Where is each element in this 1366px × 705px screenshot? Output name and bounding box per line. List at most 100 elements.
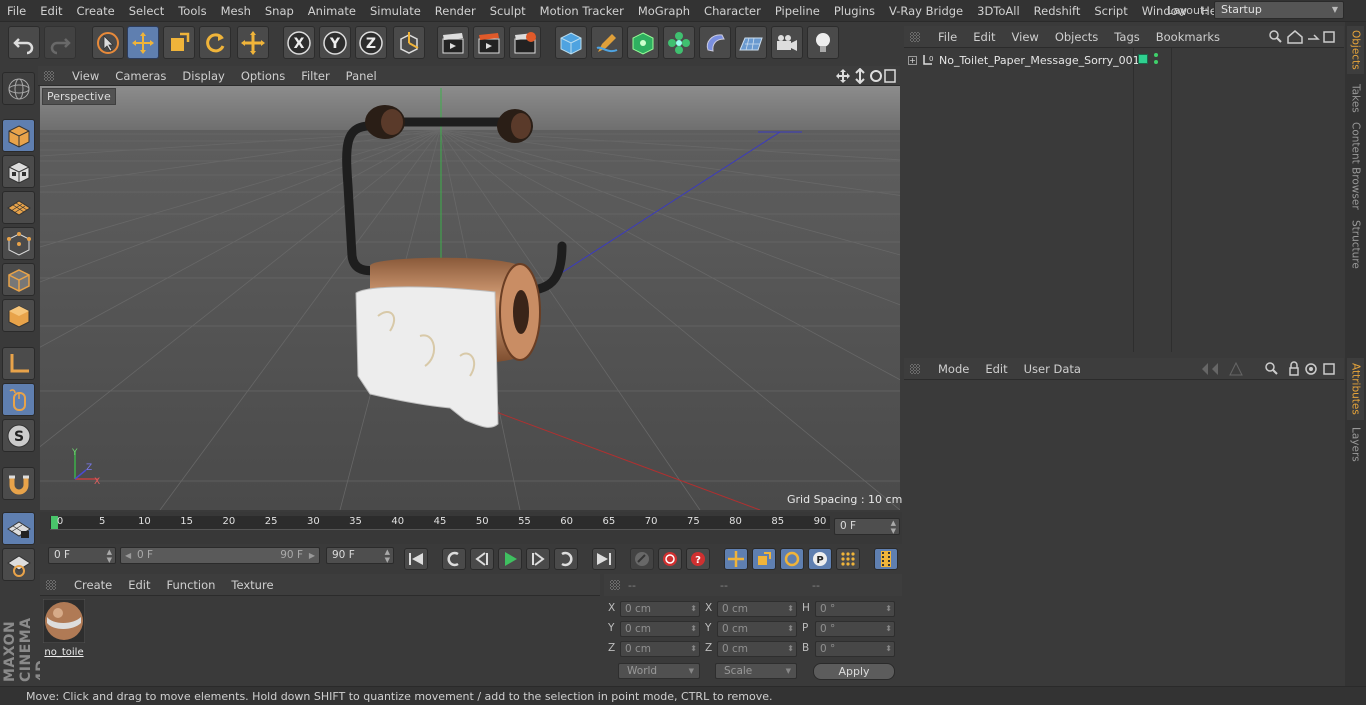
viewport-navigation-icons[interactable]	[836, 68, 896, 84]
material-menu-texture[interactable]: Texture	[223, 578, 281, 592]
menu-tools[interactable]: Tools	[171, 4, 213, 18]
editor-visibility-dot[interactable]	[1154, 53, 1158, 57]
apply-button[interactable]: Apply	[813, 663, 895, 680]
polygons-mode-button[interactable]	[2, 299, 35, 332]
object-menu-objects[interactable]: Objects	[1047, 30, 1106, 44]
undo-button[interactable]	[8, 26, 40, 59]
size-z-field[interactable]: 0 cm	[717, 641, 797, 657]
y-axis-lock-button[interactable]: Y	[319, 26, 351, 59]
menu-pipeline[interactable]: Pipeline	[768, 4, 827, 18]
point-level-key-toggle[interactable]	[836, 548, 860, 570]
menu-vray-bridge[interactable]: V-Ray Bridge	[882, 4, 970, 18]
make-editable-button[interactable]	[2, 72, 35, 105]
tab-content-browser[interactable]: Content Browser	[1347, 122, 1364, 210]
model-mode-button[interactable]	[2, 119, 35, 152]
timeline-window-button[interactable]	[874, 548, 898, 570]
prev-frame-button[interactable]	[470, 548, 494, 570]
object-menu-view[interactable]: View	[1004, 30, 1047, 44]
z-axis-lock-button[interactable]: Z	[355, 26, 387, 59]
current-frame-field[interactable]: 0 F ▲ ▼	[834, 518, 900, 535]
subdivision-surface-button[interactable]	[627, 26, 659, 59]
menu-character[interactable]: Character	[697, 4, 768, 18]
pen-spline-button[interactable]	[591, 26, 623, 59]
tab-objects[interactable]: Objects	[1347, 26, 1364, 74]
material-menu-create[interactable]: Create	[66, 578, 120, 592]
autokey-button[interactable]	[658, 548, 682, 570]
menu-mesh[interactable]: Mesh	[214, 4, 258, 18]
tweak-mode-button[interactable]	[2, 383, 35, 416]
cube-object-button[interactable]	[555, 26, 587, 59]
menu-sculpt[interactable]: Sculpt	[483, 4, 533, 18]
viewport-menu-panel[interactable]: Panel	[338, 69, 385, 83]
position-z-field[interactable]: 0 cm	[620, 641, 700, 657]
menu-mograph[interactable]: MoGraph	[631, 4, 697, 18]
axis-mode-button[interactable]	[2, 347, 35, 380]
size-mode-dropdown[interactable]: Scale	[715, 663, 797, 679]
material-menu-function[interactable]: Function	[159, 578, 224, 592]
solo-mode-button[interactable]: S	[2, 419, 35, 452]
attribute-menu-mode[interactable]: Mode	[930, 362, 977, 376]
rotation-h-field[interactable]: 0 °	[815, 601, 895, 617]
attribute-menu-edit[interactable]: Edit	[977, 362, 1015, 376]
rotation-p-field[interactable]: 0 °	[815, 621, 895, 637]
menu-script[interactable]: Script	[1087, 4, 1134, 18]
live-selection-button[interactable]	[92, 26, 124, 59]
prev-key-button[interactable]	[442, 548, 466, 570]
position-x-field[interactable]: 0 cm	[620, 601, 700, 617]
tab-layers[interactable]: Layers	[1347, 424, 1364, 464]
timeline-ruler[interactable]: 0 5 10 15 20 25 30 35 40 45 50 55 60 65 70 75 80 85 90 0 F…	[40, 512, 902, 544]
edges-mode-button[interactable]	[2, 263, 35, 296]
menu-render[interactable]: Render	[428, 4, 483, 18]
viewport-menu-display[interactable]: Display	[174, 69, 232, 83]
play-button[interactable]	[498, 548, 522, 570]
deformer-button[interactable]	[699, 26, 731, 59]
scale-key-toggle[interactable]	[752, 548, 776, 570]
menu-motion-tracker[interactable]: Motion Tracker	[533, 4, 631, 18]
light-object-button[interactable]	[807, 26, 839, 59]
attribute-menu-user-data[interactable]: User Data	[1016, 362, 1089, 376]
next-frame-button[interactable]	[526, 548, 550, 570]
keyframe-selection-button[interactable]: ?	[686, 548, 710, 570]
layer-color-swatch[interactable]	[1138, 54, 1148, 64]
menu-file[interactable]: File	[0, 4, 33, 18]
menu-select[interactable]: Select	[122, 4, 171, 18]
cloner-button[interactable]	[663, 26, 695, 59]
tab-attributes[interactable]: Attributes	[1347, 358, 1364, 420]
coordinate-system-button[interactable]	[393, 26, 425, 59]
workplane-mode-button[interactable]	[2, 191, 35, 224]
rotation-b-field[interactable]: 0 °	[815, 641, 895, 657]
menu-snap[interactable]: Snap	[258, 4, 301, 18]
camera-object-button[interactable]	[771, 26, 803, 59]
record-active-button[interactable]	[630, 548, 654, 570]
snapping-button[interactable]	[2, 467, 35, 500]
viewport-menu-filter[interactable]: Filter	[293, 69, 337, 83]
tab-takes[interactable]: Takes	[1347, 78, 1364, 118]
viewport-menu-cameras[interactable]: Cameras	[107, 69, 174, 83]
coordinate-space-dropdown[interactable]: World	[618, 663, 700, 679]
position-y-field[interactable]: 0 cm	[620, 621, 700, 637]
locked-workplane-button[interactable]	[2, 512, 35, 545]
render-picture-viewer-button[interactable]	[473, 26, 505, 59]
material-menu-edit[interactable]: Edit	[120, 578, 158, 592]
rotation-key-toggle[interactable]	[780, 548, 804, 570]
expand-toggle-icon[interactable]: +	[908, 55, 917, 65]
planar-workplane-button[interactable]	[2, 548, 35, 581]
render-settings-button[interactable]	[509, 26, 541, 59]
end-frame-field[interactable]: 90 F ▲ ▼	[326, 547, 394, 564]
move-tool-button[interactable]	[127, 26, 159, 59]
menu-animate[interactable]: Animate	[301, 4, 363, 18]
material-swatch[interactable]: no_toile	[42, 598, 86, 658]
menu-create[interactable]: Create	[70, 4, 122, 18]
menu-simulate[interactable]: Simulate	[363, 4, 428, 18]
menu-plugins[interactable]: Plugins	[827, 4, 882, 18]
size-x-field[interactable]: 0 cm	[717, 601, 797, 617]
redo-button[interactable]	[44, 26, 76, 59]
scale-tool-button[interactable]	[163, 26, 195, 59]
object-menu-file[interactable]: File	[930, 30, 965, 44]
start-frame-field[interactable]: 0 F ▲ ▼	[48, 547, 116, 564]
object-menu-tags[interactable]: Tags	[1106, 30, 1147, 44]
menu-3dtoall[interactable]: 3DToAll	[970, 4, 1027, 18]
rotate-tool-button[interactable]	[199, 26, 231, 59]
next-key-button[interactable]	[554, 548, 578, 570]
transform-tool-button[interactable]	[237, 26, 269, 59]
